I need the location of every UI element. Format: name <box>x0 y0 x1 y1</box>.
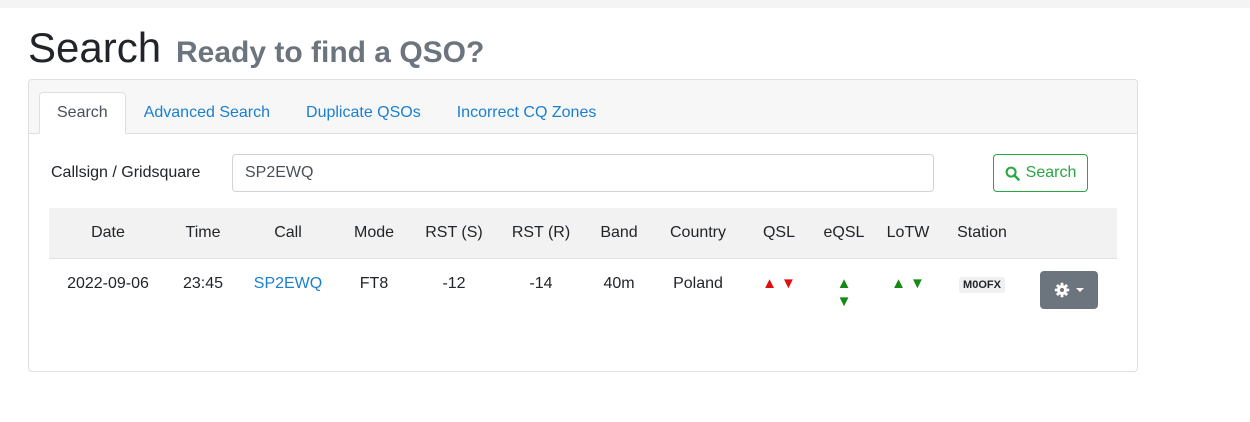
header-country: Country <box>653 208 743 258</box>
chevron-down-icon <box>1076 287 1084 292</box>
header-rst-sent: RST (S) <box>411 208 497 258</box>
cell-lotw: ▲ ▼ <box>873 257 943 312</box>
search-card: Search Advanced Search Duplicate QSOs In… <box>28 79 1138 372</box>
tab-search[interactable]: Search <box>39 92 126 134</box>
search-button-label: Search <box>1025 164 1077 181</box>
lotw-sent-arrow-icon: ▲ <box>891 274 906 292</box>
search-button[interactable]: Search <box>993 154 1088 192</box>
cell-date: 2022-09-06 <box>49 257 167 312</box>
qsl-sent-arrow-icon[interactable]: ▲ <box>762 275 777 292</box>
header-station: Station <box>943 208 1021 258</box>
page-subtitle: Ready to find a QSO? <box>175 36 485 69</box>
header-qsl: QSL <box>743 208 815 258</box>
table-header-row: Date Time Call Mode RST (S) RST (R) Band… <box>49 208 1117 258</box>
cell-rst-sent: -12 <box>411 257 497 312</box>
results-table: Date Time Call Mode RST (S) RST (R) Band… <box>49 208 1117 312</box>
callsign-input[interactable] <box>232 154 934 192</box>
header-lotw: LoTW <box>873 208 943 258</box>
header-rst-received: RST (R) <box>497 208 585 258</box>
cell-time: 23:45 <box>167 257 239 312</box>
cell-actions <box>1021 257 1117 312</box>
header-eqsl: eQSL <box>815 208 873 258</box>
page-title: Search Ready to find a QSO? <box>28 24 484 72</box>
cell-rst-received: -14 <box>497 257 585 312</box>
header-date: Date <box>49 208 167 258</box>
card-header: Search Advanced Search Duplicate QSOs In… <box>29 80 1137 134</box>
tab-advanced-search[interactable]: Advanced Search <box>126 92 288 134</box>
header-band: Band <box>585 208 653 258</box>
cell-mode: FT8 <box>337 257 411 312</box>
cell-band: 40m <box>585 257 653 312</box>
header-actions <box>1021 208 1117 258</box>
gear-icon <box>1054 282 1070 297</box>
cell-call: SP2EWQ <box>239 257 337 312</box>
lotw-received-arrow-icon: ▼ <box>910 274 925 292</box>
qsl-received-arrow-icon[interactable]: ▼ <box>781 275 796 292</box>
eqsl-received-arrow-icon: ▼ <box>836 292 852 310</box>
callsign-label: Callsign / Gridsquare <box>51 164 201 181</box>
station-badge: M0OFX <box>959 276 1005 293</box>
header-mode: Mode <box>337 208 411 258</box>
search-icon <box>1005 166 1020 181</box>
callsign-link[interactable]: SP2EWQ <box>254 275 322 292</box>
tab-bar: Search Advanced Search Duplicate QSOs In… <box>39 92 614 134</box>
table-row: 2022-09-06 23:45 SP2EWQ FT8 -12 -14 40m … <box>49 257 1117 312</box>
cell-station: M0OFX <box>943 257 1021 312</box>
eqsl-sent-arrow-icon: ▲ <box>836 274 852 292</box>
actions-dropdown-button[interactable] <box>1040 270 1098 309</box>
cell-qsl: ▲ ▼ <box>743 257 815 312</box>
top-bar <box>0 0 1250 8</box>
tab-duplicate-qsos[interactable]: Duplicate QSOs <box>288 92 439 134</box>
page-title-main: Search <box>28 24 162 71</box>
header-time: Time <box>167 208 239 258</box>
tab-incorrect-cq-zones[interactable]: Incorrect CQ Zones <box>439 92 615 134</box>
cell-country: Poland <box>653 257 743 312</box>
header-call: Call <box>239 208 337 258</box>
cell-eqsl: ▲ ▼ <box>815 257 873 312</box>
